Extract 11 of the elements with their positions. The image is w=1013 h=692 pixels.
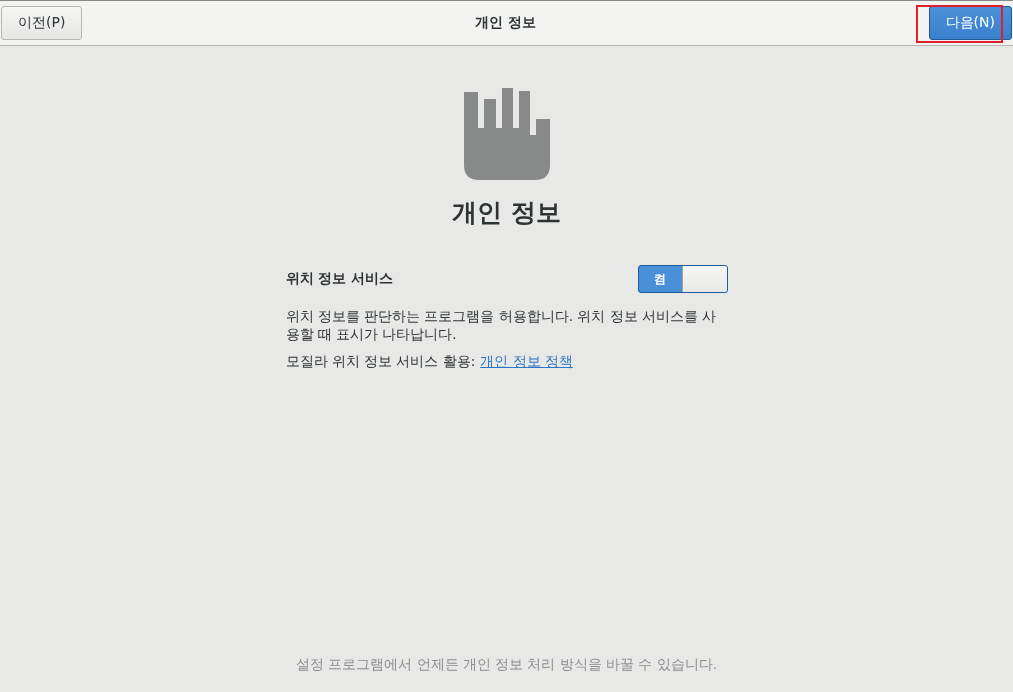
page-heading: 개인 정보 xyxy=(452,197,561,229)
location-switch[interactable]: 켬 xyxy=(637,265,728,293)
location-service-label: 위치 정보 서비스 xyxy=(285,270,394,288)
privacy-policy-link[interactable]: 개인 정보 정책 xyxy=(480,353,573,371)
provider-text: 모질라 위치 정보 서비스 활용: xyxy=(285,353,476,371)
next-button[interactable]: 다음(N) xyxy=(928,6,1012,40)
window-title: 개인 정보 xyxy=(475,14,536,32)
hand-icon xyxy=(463,88,550,180)
location-description: 위치 정보를 판단하는 프로그램을 허용합니다. 위치 정보 서비스를 사용할 때 표시가 나타납니다. xyxy=(285,307,718,343)
footer-note: 설정 프로그램에서 언제든 개인 정보 처리 방식을 바꿀 수 있습니다. xyxy=(295,656,718,674)
back-button[interactable]: 이전(P) xyxy=(1,6,83,40)
